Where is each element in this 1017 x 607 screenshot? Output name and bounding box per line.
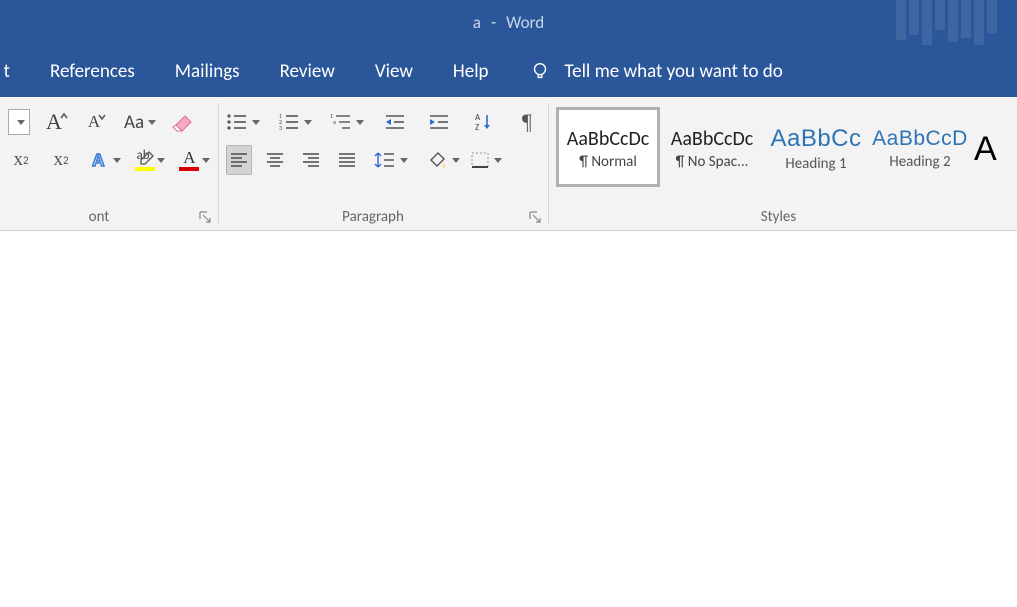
lightbulb-icon bbox=[529, 60, 551, 82]
tab-review[interactable]: Review bbox=[280, 60, 335, 83]
title-decoration bbox=[896, 0, 997, 45]
subscript-digit: 2 bbox=[23, 154, 29, 167]
highlight-color-button[interactable]: ab bbox=[135, 145, 166, 175]
styles-gallery[interactable]: AaBbCcDc ¶ Normal AaBbCcDc ¶ No Spac... … bbox=[556, 107, 1009, 191]
clear-formatting-button[interactable] bbox=[170, 107, 196, 137]
shading-button[interactable] bbox=[426, 145, 460, 175]
align-left-button[interactable] bbox=[226, 145, 252, 175]
subscript-button[interactable]: x2 bbox=[8, 145, 34, 175]
style-title-partial[interactable]: A bbox=[972, 107, 1002, 187]
font-group-launcher-icon[interactable] bbox=[198, 210, 212, 224]
justify-icon bbox=[337, 152, 357, 168]
sort-icon: A Z bbox=[473, 112, 493, 132]
multilevel-list-button[interactable]: 1 a bbox=[330, 107, 364, 137]
svg-text:3: 3 bbox=[279, 124, 282, 131]
style-heading-1[interactable]: AaBbCc Heading 1 bbox=[764, 107, 868, 187]
ribbon: A A Aa x2 x2 bbox=[0, 97, 1017, 231]
style-no-spacing[interactable]: AaBbCcDc ¶ No Spac... bbox=[660, 107, 764, 187]
indent-icon bbox=[428, 113, 450, 131]
tab-view[interactable]: View bbox=[375, 60, 413, 83]
down-caret-icon bbox=[98, 113, 106, 121]
line-spacing-button[interactable] bbox=[374, 145, 408, 175]
numbering-button[interactable]: 1 2 3 bbox=[278, 107, 312, 137]
borders-icon bbox=[470, 151, 490, 169]
text-effects-button[interactable]: A bbox=[88, 145, 121, 175]
decrease-indent-button[interactable] bbox=[382, 107, 408, 137]
style-name: ¶ Normal bbox=[579, 153, 637, 171]
bullets-button[interactable] bbox=[226, 107, 260, 137]
superscript-button[interactable]: x2 bbox=[48, 145, 74, 175]
svg-text:A: A bbox=[92, 151, 104, 170]
font-color-button[interactable]: A bbox=[179, 145, 210, 175]
line-spacing-icon bbox=[374, 150, 396, 170]
align-center-icon bbox=[265, 152, 285, 168]
tab-references[interactable]: References bbox=[50, 60, 135, 83]
ribbon-tabs: t References Mailings Review View Help T… bbox=[0, 45, 1017, 97]
title-separator: - bbox=[491, 12, 496, 33]
align-center-button[interactable] bbox=[262, 145, 288, 175]
font-group: A A Aa x2 x2 bbox=[0, 97, 218, 230]
increase-indent-button[interactable] bbox=[426, 107, 452, 137]
numbering-icon: 1 2 3 bbox=[278, 113, 300, 131]
change-case-button[interactable]: Aa bbox=[124, 107, 156, 137]
style-heading-2[interactable]: AaBbCcD Heading 2 bbox=[868, 107, 972, 187]
outdent-icon bbox=[384, 113, 406, 131]
font-group-label: ont bbox=[0, 208, 198, 226]
paragraph-group: 1 2 3 1 a A bbox=[218, 97, 548, 230]
paint-bucket-icon bbox=[426, 150, 448, 170]
document-name: a bbox=[473, 12, 481, 33]
font-size-combo[interactable] bbox=[8, 109, 30, 135]
borders-button[interactable] bbox=[470, 145, 502, 175]
bullets-icon bbox=[226, 113, 248, 131]
style-name: Heading 1 bbox=[785, 155, 846, 173]
style-sample: AaBbCcDc bbox=[567, 127, 649, 151]
show-hide-button[interactable]: ¶ bbox=[514, 107, 540, 137]
style-sample: AaBbCc bbox=[770, 125, 861, 153]
multilevel-icon: 1 a bbox=[330, 113, 352, 131]
paragraph-group-label: Paragraph bbox=[218, 208, 528, 226]
tell-me-label: Tell me what you want to do bbox=[565, 60, 783, 83]
tell-me-search[interactable]: Tell me what you want to do bbox=[529, 60, 783, 83]
svg-text:Z: Z bbox=[475, 122, 479, 132]
style-sample: A bbox=[974, 130, 997, 169]
style-normal[interactable]: AaBbCcDc ¶ Normal bbox=[556, 107, 660, 187]
tab-help[interactable]: Help bbox=[453, 60, 489, 83]
document-area[interactable] bbox=[0, 231, 1017, 607]
align-right-button[interactable] bbox=[298, 145, 324, 175]
app-name: Word bbox=[506, 12, 544, 33]
svg-text:a: a bbox=[333, 118, 336, 126]
title-bar: a - Word bbox=[0, 0, 1017, 45]
styles-group: AaBbCcDc ¶ Normal AaBbCcDc ¶ No Spac... … bbox=[548, 97, 1017, 230]
text-effects-icon: A bbox=[88, 148, 109, 172]
decrease-font-size-button[interactable]: A bbox=[84, 107, 110, 137]
eraser-icon bbox=[171, 111, 195, 133]
styles-group-label: Styles bbox=[548, 208, 1009, 226]
increase-font-size-button[interactable]: A bbox=[44, 107, 70, 137]
style-name: Heading 2 bbox=[889, 153, 950, 171]
style-sample: AaBbCcD bbox=[872, 127, 968, 151]
sort-button[interactable]: A Z bbox=[470, 107, 496, 137]
paragraph-group-launcher-icon[interactable] bbox=[528, 210, 542, 224]
superscript-digit: 2 bbox=[63, 154, 69, 167]
tab-partial[interactable]: t bbox=[0, 60, 10, 83]
style-sample: AaBbCcDc bbox=[671, 127, 753, 151]
tab-mailings[interactable]: Mailings bbox=[175, 60, 240, 83]
style-name: ¶ No Spac... bbox=[676, 153, 749, 171]
align-right-icon bbox=[301, 152, 321, 168]
justify-button[interactable] bbox=[334, 145, 360, 175]
align-left-icon bbox=[229, 152, 249, 168]
